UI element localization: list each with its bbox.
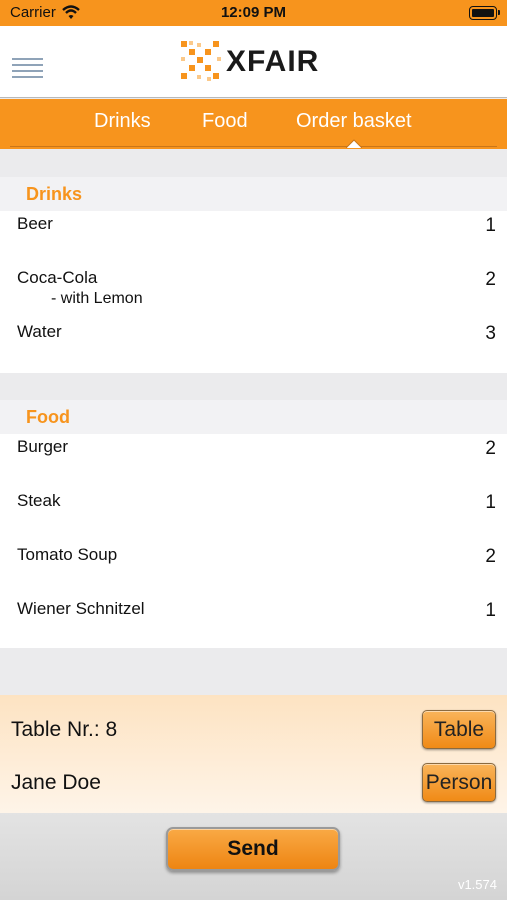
list-item[interactable]: Tomato Soup 2	[0, 542, 507, 596]
food-list: Burger 2 Steak 1 Tomato Soup 2 Wiener Sc…	[0, 434, 507, 648]
item-quantity: 2	[485, 438, 496, 459]
item-name: Wiener Schnitzel	[17, 599, 145, 618]
version-label: v1.574	[457, 877, 497, 892]
xfair-logo-icon	[181, 41, 221, 81]
selected-tab-caret-icon	[346, 139, 362, 148]
item-name: Steak	[17, 491, 61, 510]
list-item[interactable]: Coca-Cola - with Lemon 2	[0, 265, 507, 319]
item-quantity: 1	[485, 492, 496, 513]
item-note: - with Lemon	[51, 290, 143, 307]
send-button[interactable]: Send	[166, 827, 340, 871]
list-item[interactable]: Burger 2	[0, 434, 507, 488]
hamburger-menu-icon[interactable]	[12, 58, 43, 80]
order-info-panel: Table Nr.: 8 Table Jane Doe Person	[0, 695, 507, 813]
clock: 12:09 PM	[220, 4, 287, 21]
item-quantity: 2	[485, 546, 496, 567]
table-number-label: Table Nr.: 8	[11, 718, 118, 741]
tab-bar: Drinks Food Order basket	[0, 99, 507, 149]
item-name: Water	[17, 322, 62, 341]
list-item[interactable]: Beer 1	[0, 211, 507, 265]
section-title-drinks: Drinks	[26, 184, 83, 204]
list-item[interactable]: Water 3	[0, 319, 507, 373]
item-quantity: 2	[485, 269, 496, 290]
logo-text: XFAIR	[226, 45, 320, 78]
battery-icon	[469, 6, 500, 20]
tab-underline	[10, 146, 497, 147]
item-name: Coca-Cola	[17, 268, 98, 287]
section-header-food: Food	[0, 400, 507, 434]
tab-order-basket[interactable]: Order basket	[296, 110, 412, 133]
table-button[interactable]: Table	[422, 710, 496, 749]
list-item[interactable]: Wiener Schnitzel 1	[0, 596, 507, 650]
drinks-list: Beer 1 Coca-Cola - with Lemon 2 Water 3	[0, 211, 507, 373]
item-quantity: 1	[485, 600, 496, 621]
item-name: Beer	[17, 214, 53, 233]
item-quantity: 1	[485, 215, 496, 236]
item-name: Burger	[17, 437, 69, 456]
section-title-food: Food	[26, 407, 70, 427]
app-logo: XFAIR	[180, 40, 319, 84]
tab-drinks[interactable]: Drinks	[94, 110, 151, 133]
person-name-label: Jane Doe	[11, 771, 101, 794]
item-name: Tomato Soup	[17, 545, 118, 564]
status-bar: Carrier 12:09 PM	[0, 0, 507, 26]
person-button[interactable]: Person	[422, 763, 496, 802]
list-item[interactable]: Steak 1	[0, 488, 507, 542]
bottom-bar: Send v1.574	[0, 813, 507, 900]
item-quantity: 3	[485, 323, 496, 344]
section-header-drinks: Drinks	[0, 177, 507, 211]
app-header: XFAIR	[0, 26, 507, 98]
tab-food[interactable]: Food	[202, 110, 248, 133]
